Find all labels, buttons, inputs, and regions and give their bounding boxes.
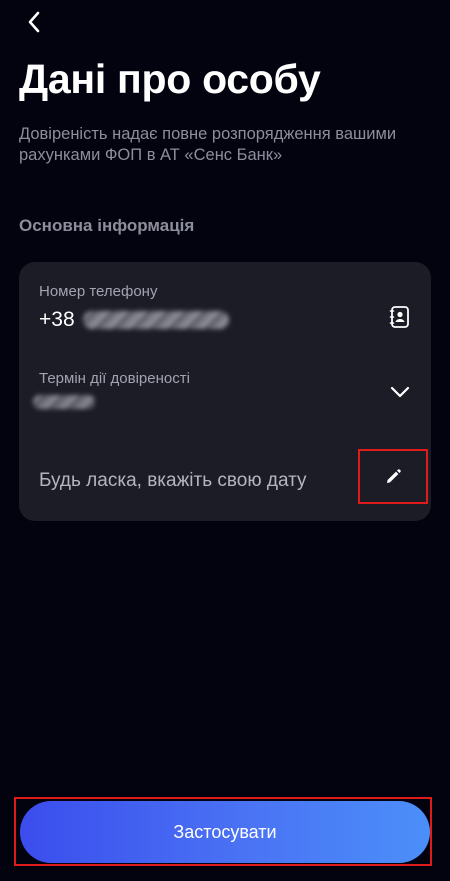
apply-button[interactable]: Застосувати (20, 801, 430, 863)
contacts-book-icon (389, 306, 409, 328)
info-card: Номер телефону +38 Термін дії довіреност… (19, 262, 431, 521)
edit-date-button[interactable] (358, 449, 428, 504)
phone-label: Номер телефону (39, 283, 158, 300)
section-title: Основна інформація (19, 216, 195, 235)
term-value-redacted (33, 395, 95, 409)
screen: Дані про особу Довіреність надає повне р… (0, 0, 450, 881)
chevron-down-icon (390, 386, 410, 398)
chevron-left-icon (28, 11, 40, 33)
phone-number-redacted (82, 311, 229, 329)
page-title: Дані про особу (19, 56, 321, 102)
date-placeholder[interactable]: Будь ласка, вкажіть свою дату (39, 470, 307, 492)
phone-field[interactable]: +38 (39, 308, 229, 332)
term-dropdown-button[interactable] (387, 379, 413, 405)
pencil-icon (387, 468, 401, 483)
phone-prefix: +38 (39, 308, 75, 331)
page-subtitle: Довіреність надає повне розпорядження ва… (19, 125, 397, 164)
contacts-button[interactable] (387, 304, 413, 330)
term-label: Термін дії довіреності (39, 370, 190, 387)
back-button[interactable] (18, 6, 50, 38)
